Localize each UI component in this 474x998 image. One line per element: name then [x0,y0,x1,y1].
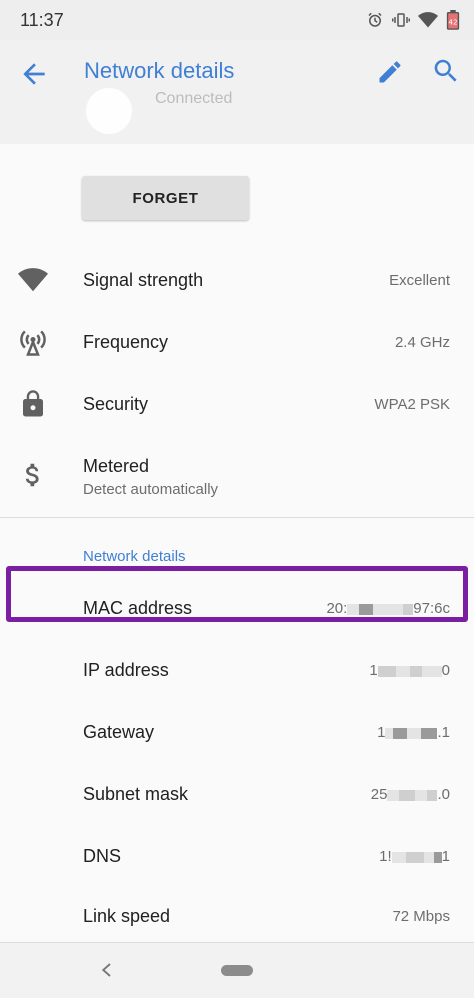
row-security[interactable]: Security WPA2 PSK [0,373,474,435]
search-icon[interactable] [431,56,461,86]
row-title: IP address [83,660,169,680]
screen: 11:37 42 Network details Connected FORGE… [0,0,474,998]
row-subtitle: Detect automatically [83,481,219,498]
connection-status: Connected [155,90,233,107]
status-bar: 11:37 42 [0,0,474,40]
row-value: 10 [369,662,450,679]
status-icons: 42 [366,10,460,30]
svg-text:42: 42 [448,18,457,27]
redaction-block [393,727,408,739]
row-value: 1.1 [377,724,450,741]
forget-button[interactable]: FORGET [82,176,249,220]
nav-home-pill[interactable] [221,965,253,976]
nav-back-icon[interactable] [98,961,116,979]
row-value: 1! 1 [379,848,450,865]
antenna-icon [20,330,46,356]
row-value: Excellent [389,272,450,289]
battery-icon: 42 [446,10,460,30]
row-link-speed[interactable]: Link speed 72 Mbps [0,885,474,947]
redaction-block [427,789,438,801]
redaction-block [423,851,434,863]
row-value: 72 Mbps [392,908,450,925]
redaction-block [415,789,428,801]
dollar-icon [25,463,39,487]
row-title: DNS [83,846,122,866]
redaction-block [433,851,442,863]
row-title: Link speed [83,906,171,926]
edit-pencil-icon[interactable] [376,58,404,86]
back-arrow-icon[interactable] [18,58,50,90]
network-avatar [86,88,132,134]
row-value: 25.0 [371,786,450,803]
divider [0,517,474,518]
redaction-block [399,789,416,801]
row-metered[interactable]: Metered Detect automatically [0,442,474,512]
row-ip-address[interactable]: IP address 10 [0,639,474,701]
lock-icon [23,390,43,417]
section-header-network-details: Network details [83,548,186,565]
system-nav-bar [0,943,474,998]
redaction-block [387,789,400,801]
app-bar: Network details Connected [0,40,474,144]
vibrate-icon [392,13,410,27]
alarm-icon [368,12,382,27]
value-start: 1 [369,662,378,679]
highlight-box [6,566,468,622]
row-dns[interactable]: DNS 1! 1 [0,825,474,887]
redaction-block [409,665,422,677]
row-title: Frequency [83,332,169,352]
redaction-block [395,665,410,677]
redaction-block [421,727,438,739]
row-subnet-mask[interactable]: Subnet mask 25.0 [0,763,474,825]
row-signal-strength[interactable]: Signal strength Excellent [0,249,474,311]
row-value: 2.4 GHz [394,334,450,351]
wifi-signal-icon [18,268,48,292]
redaction-block [385,727,394,739]
redaction-block [405,851,424,863]
redaction-block [421,665,442,677]
row-title: Signal strength [83,270,204,290]
redaction-block [407,727,422,739]
redaction-block [377,665,396,677]
row-frequency[interactable]: Frequency 2.4 GHz [0,311,474,373]
value-end: .0 [437,786,450,803]
row-gateway[interactable]: Gateway 1.1 [0,701,474,763]
value-end: 0 [441,662,450,679]
value-end: .1 [437,724,450,741]
redaction-block [391,851,406,863]
row-value: WPA2 PSK [374,396,450,413]
row-title: Metered [83,456,150,476]
value-start: 25 [370,786,388,803]
page-title: Network details [84,58,235,83]
wifi-icon [418,12,438,28]
row-title: Security [83,394,149,414]
row-title: Subnet mask [83,784,189,804]
value-start: 1 [377,724,386,741]
value-end: 1 [441,848,450,865]
value-start: 1! [379,848,392,865]
status-time: 11:37 [20,9,64,30]
row-title: Gateway [83,722,155,742]
